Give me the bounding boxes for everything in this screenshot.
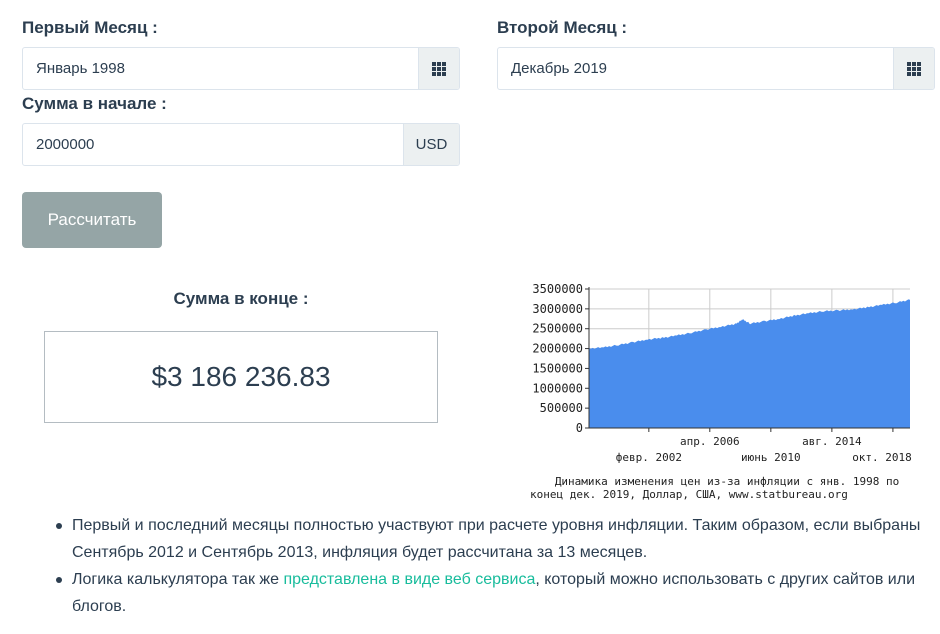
y-tick-label: 3500000 <box>532 282 583 296</box>
note-item-first-last-month: Первый и последний месяцы полностью учас… <box>56 512 926 566</box>
amount-field[interactable]: 2000000 USD <box>22 123 460 166</box>
result-title: Сумма в конце : <box>173 289 309 308</box>
currency-addon: USD <box>403 124 459 165</box>
amount-input[interactable]: 2000000 <box>23 124 403 165</box>
y-tick-label: 1500000 <box>532 361 583 375</box>
x-tick-label: февр. 2002 <box>616 451 682 464</box>
calculate-button[interactable]: Рассчитать <box>22 192 162 248</box>
inflation-chart: 3500000 3000000 2500000 2000000 1500000 10000… <box>530 282 912 501</box>
second-month-label: Второй Месяц : <box>497 18 628 37</box>
first-month-field[interactable]: Январь 1998 <box>22 47 460 90</box>
y-tick-label: 500000 <box>540 401 583 415</box>
chart-y-ticks: 3500000 3000000 2500000 2000000 1500000 10000… <box>532 282 589 435</box>
chart-caption-line-1: Динамика изменения цен из-за инфляции с … <box>555 475 899 488</box>
note-text-prefix: Логика калькулятора так же <box>72 571 284 588</box>
calendar-grid-icon <box>907 61 921 76</box>
chart-area <box>589 299 910 428</box>
first-month-calendar-button[interactable] <box>418 48 459 89</box>
x-tick-label: окт. 2018 <box>852 451 912 464</box>
x-tick-label: авг. 2014 <box>802 435 862 448</box>
chart-x-ticks: апр. 2006 авг. 2014 февр. 2002 июнь 2010 окт… <box>616 428 912 464</box>
x-tick-label: апр. 2006 <box>680 435 740 448</box>
chart-caption-line-2: конец дек. 2019, Доллар, США, www.statbu… <box>530 488 848 501</box>
notes-list: Первый и последний месяцы полностью учас… <box>56 512 926 620</box>
calendar-grid-icon <box>432 61 446 76</box>
first-month-input[interactable]: Январь 1998 <box>23 48 418 89</box>
y-tick-label: 2000000 <box>532 342 583 356</box>
second-month-field[interactable]: Декабрь 2019 <box>497 47 935 90</box>
y-tick-label: 2500000 <box>532 322 583 336</box>
note-item-web-service: Логика калькулятора так же представлена … <box>56 566 926 620</box>
first-month-label: Первый Месяц : <box>22 18 158 37</box>
second-month-input[interactable]: Декабрь 2019 <box>498 48 893 89</box>
y-tick-label: 3000000 <box>532 302 583 316</box>
x-tick-label: июнь 2010 <box>741 451 801 464</box>
note-text: Первый и последний месяцы полностью учас… <box>72 517 921 561</box>
amount-label: Сумма в начале : <box>22 94 167 113</box>
y-tick-label: 1000000 <box>532 381 583 395</box>
result-value: $3 186 236.83 <box>44 331 438 423</box>
second-month-calendar-button[interactable] <box>893 48 934 89</box>
web-service-link[interactable]: представлена в виде веб сервиса <box>283 571 535 588</box>
y-tick-label: 0 <box>576 421 583 435</box>
